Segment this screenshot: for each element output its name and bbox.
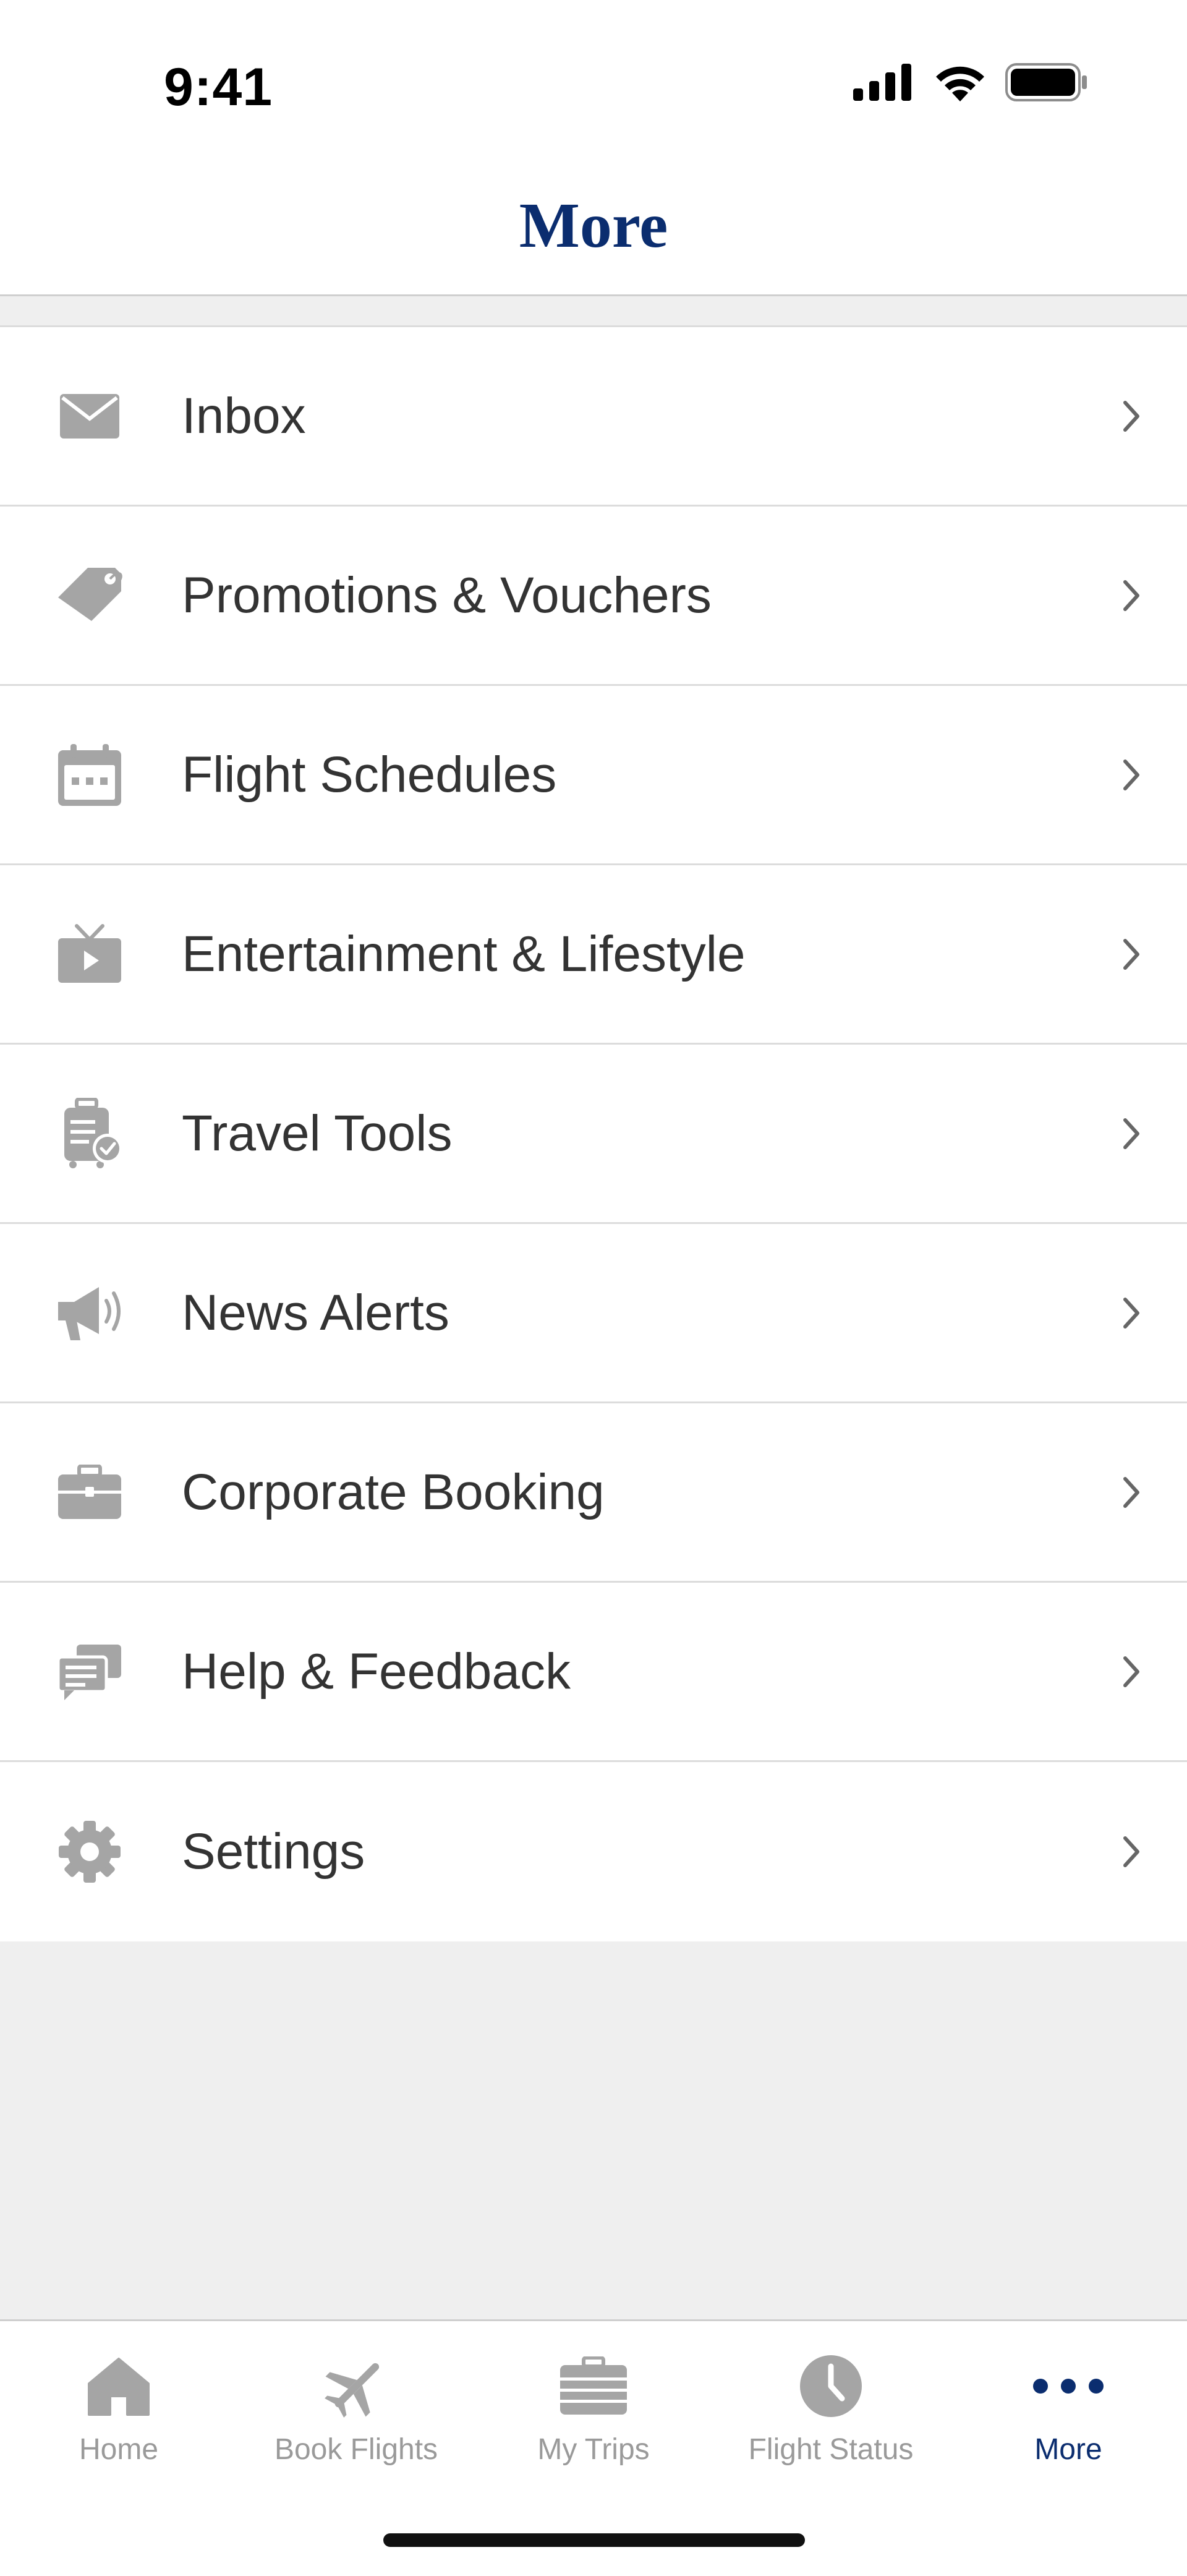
navigation-header: More bbox=[0, 155, 1187, 296]
envelope-icon bbox=[56, 382, 124, 450]
suitcase-icon bbox=[475, 2346, 712, 2426]
chevron-right-icon bbox=[1119, 577, 1144, 614]
menu-item-label: Inbox bbox=[182, 387, 306, 444]
menu-item-label: News Alerts bbox=[182, 1284, 449, 1341]
house-icon bbox=[0, 2346, 237, 2426]
menu-item-inbox[interactable]: Inbox bbox=[0, 327, 1187, 507]
menu-item-news-alerts[interactable]: News Alerts bbox=[0, 1224, 1187, 1403]
status-time: 9:41 bbox=[164, 58, 273, 117]
chevron-right-icon bbox=[1119, 756, 1144, 794]
menu-item-label: Help & Feedback bbox=[182, 1643, 571, 1700]
menu-item-help-feedback[interactable]: Help & Feedback bbox=[0, 1583, 1187, 1762]
more-menu-list: Inbox Promotions & Vouchers Flight Sched… bbox=[0, 325, 1187, 1941]
tab-label: Flight Status bbox=[748, 2433, 914, 2466]
tab-home[interactable]: Home bbox=[0, 2346, 237, 2467]
menu-item-label: Promotions & Vouchers bbox=[182, 567, 712, 623]
tab-flight-status[interactable]: Flight Status bbox=[712, 2346, 950, 2467]
menu-item-entertainment-lifestyle[interactable]: Entertainment & Lifestyle bbox=[0, 865, 1187, 1045]
menu-item-label: Entertainment & Lifestyle bbox=[182, 925, 746, 982]
tv-icon bbox=[56, 920, 124, 988]
page-title: More bbox=[519, 190, 668, 261]
tag-icon bbox=[56, 562, 124, 630]
tab-book-flights[interactable]: Book Flights bbox=[237, 2346, 475, 2467]
menu-item-travel-tools[interactable]: Travel Tools bbox=[0, 1045, 1187, 1224]
menu-item-promotions-vouchers[interactable]: Promotions & Vouchers bbox=[0, 507, 1187, 686]
wifi-icon bbox=[934, 63, 987, 105]
chat-bubbles-icon bbox=[56, 1638, 124, 1706]
tab-my-trips[interactable]: My Trips bbox=[475, 2346, 712, 2467]
menu-item-label: Corporate Booking bbox=[182, 1463, 605, 1520]
menu-item-settings[interactable]: Settings bbox=[0, 1762, 1187, 1941]
clock-icon bbox=[712, 2346, 950, 2426]
tab-label: Home bbox=[79, 2433, 159, 2466]
menu-item-label: Settings bbox=[182, 1823, 365, 1880]
calendar-icon bbox=[56, 741, 124, 809]
home-indicator[interactable] bbox=[383, 2533, 805, 2547]
tab-label: My Trips bbox=[537, 2433, 650, 2466]
menu-item-label: Travel Tools bbox=[182, 1105, 453, 1162]
tab-label: Book Flights bbox=[274, 2433, 438, 2466]
chevron-right-icon bbox=[1119, 1294, 1144, 1332]
battery-icon bbox=[1005, 63, 1088, 105]
tab-label: More bbox=[1034, 2433, 1102, 2466]
status-icons bbox=[853, 63, 1088, 105]
briefcase-icon bbox=[56, 1458, 124, 1526]
tab-more[interactable]: More bbox=[950, 2346, 1187, 2467]
chevron-right-icon bbox=[1119, 398, 1144, 435]
luggage-check-icon bbox=[56, 1097, 124, 1168]
ellipsis-icon bbox=[950, 2346, 1187, 2426]
menu-item-corporate-booking[interactable]: Corporate Booking bbox=[0, 1403, 1187, 1583]
status-bar: 9:41 bbox=[0, 0, 1187, 155]
signal-icon bbox=[853, 64, 915, 104]
airplane-icon bbox=[237, 2346, 475, 2426]
megaphone-icon bbox=[56, 1279, 124, 1347]
chevron-right-icon bbox=[1119, 1833, 1144, 1870]
menu-item-flight-schedules[interactable]: Flight Schedules bbox=[0, 686, 1187, 865]
chevron-right-icon bbox=[1119, 1474, 1144, 1511]
menu-item-label: Flight Schedules bbox=[182, 746, 557, 803]
chevron-right-icon bbox=[1119, 1653, 1144, 1690]
gear-icon bbox=[56, 1818, 124, 1886]
chevron-right-icon bbox=[1119, 936, 1144, 973]
chevron-right-icon bbox=[1119, 1115, 1144, 1152]
